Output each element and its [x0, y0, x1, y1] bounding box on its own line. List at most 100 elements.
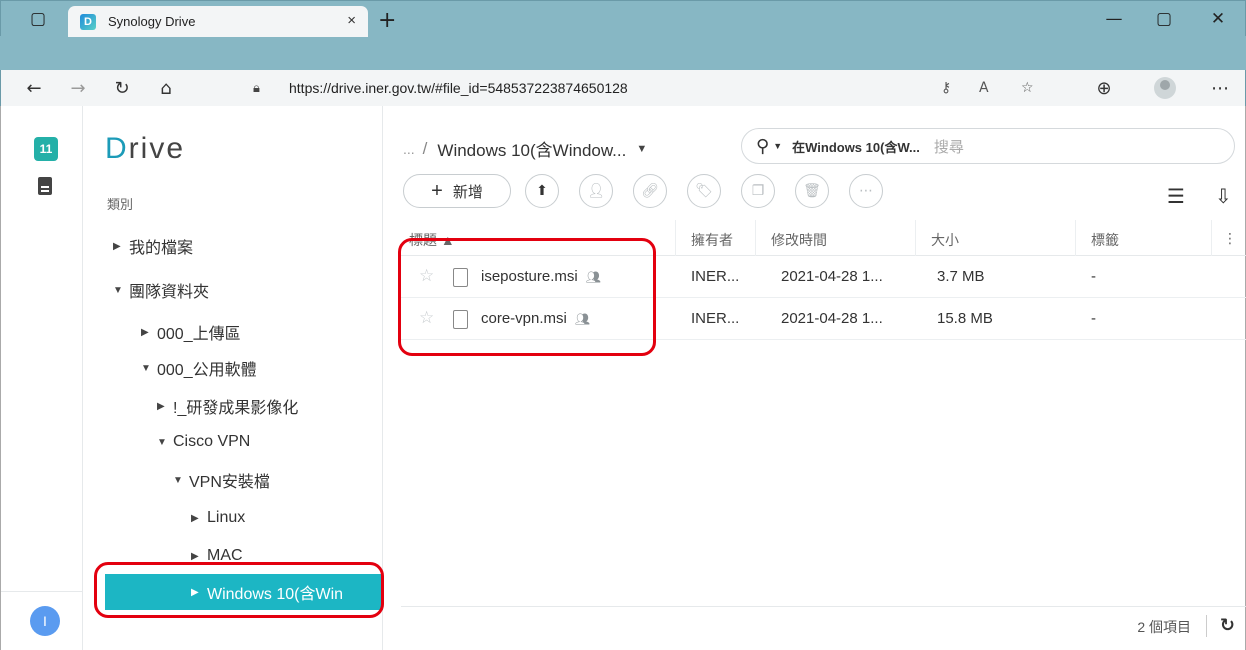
- tag-icon[interactable]: 🏷︎: [687, 174, 721, 208]
- tree-item-public-software[interactable]: ▼ 000_公用軟體: [141, 354, 257, 382]
- star-icon[interactable]: ☆: [419, 308, 434, 328]
- tree-item-team-folders[interactable]: ▼ 團隊資料夾: [113, 276, 209, 304]
- tree-item-upload[interactable]: ▶ 000_上傳區: [141, 318, 241, 346]
- breadcrumb-current[interactable]: Windows 10(含Window...: [437, 136, 626, 161]
- search-options-caret-icon[interactable]: ▼: [773, 141, 782, 151]
- file-icon: [453, 268, 468, 287]
- column-divider: [755, 220, 756, 256]
- add-favorite-icon[interactable]: ☆: [1021, 80, 1034, 96]
- shared-users-icon: 👥︎: [574, 312, 591, 326]
- tree-item-label: Linux: [207, 509, 246, 526]
- footer-divider: [1206, 615, 1207, 637]
- tree-item-label: 我的檔案: [129, 240, 194, 257]
- tags-cell: -: [1091, 310, 1096, 327]
- table-row[interactable]: ☆ iseposture.msi 👥︎ INER... 2021-04-28 1.…: [401, 256, 1246, 298]
- caret-down-icon: ▼: [141, 362, 151, 374]
- caret-right-icon: ▶: [191, 512, 199, 524]
- shared-users-icon: 👥︎: [585, 270, 601, 284]
- close-window-icon[interactable]: ✕: [1200, 6, 1236, 32]
- tree-item-mac[interactable]: ▶ MAC: [191, 542, 243, 570]
- tree-item-label: 000_公用軟體: [157, 362, 257, 379]
- column-modified[interactable]: 修改時間: [771, 230, 827, 250]
- caret-down-icon: ▼: [157, 436, 167, 448]
- caret-down-icon: ▼: [113, 284, 123, 296]
- category-label: 類別: [107, 197, 134, 212]
- new-button[interactable]: + 新增: [403, 174, 511, 208]
- tree-item-label: MAC: [207, 547, 243, 564]
- search-box[interactable]: ⚲ ▼ 在Windows 10(含W... 搜尋: [741, 128, 1235, 164]
- link-icon[interactable]: 🔗︎: [633, 174, 667, 208]
- maximize-icon[interactable]: ▢: [1146, 6, 1182, 32]
- refresh-icon[interactable]: ↻: [1220, 615, 1235, 636]
- column-divider: [1075, 220, 1076, 256]
- upload-icon[interactable]: ⬆: [525, 174, 559, 208]
- synology-drive-favicon-icon: D: [80, 13, 96, 30]
- list-view-icon[interactable]: ☰: [1167, 184, 1185, 208]
- column-owner[interactable]: 擁有者: [691, 230, 733, 250]
- column-size[interactable]: 大小: [931, 230, 959, 250]
- table-header: 標題 ▲ 擁有者 修改時間 大小 標籤 ⋮: [401, 220, 1246, 256]
- reload-icon[interactable]: ↻: [107, 74, 137, 102]
- owner-cell: INER...: [691, 310, 740, 327]
- column-name[interactable]: 標題 ▲: [409, 230, 455, 250]
- plus-icon: +: [431, 179, 443, 202]
- star-icon[interactable]: ☆: [419, 266, 434, 286]
- column-divider: [1211, 220, 1212, 256]
- copy-icon[interactable]: ❐: [741, 174, 775, 208]
- notification-badge[interactable]: 11: [34, 137, 58, 161]
- tree-item-rd-imaging[interactable]: ▶ !_研發成果影像化: [157, 392, 298, 420]
- collections-icon[interactable]: ⊕: [1089, 74, 1119, 102]
- chevron-down-icon[interactable]: ▼: [636, 143, 647, 155]
- file-name: core-vpn.msi: [481, 310, 567, 327]
- caret-right-icon: ▶: [191, 550, 199, 562]
- delete-icon[interactable]: 🗑︎: [795, 174, 829, 208]
- caret-right-icon: ▶: [191, 586, 199, 598]
- address-bar-row: ← → ↻ ⌂ 🔒︎ https://drive.iner.gov.tw/#fi…: [0, 70, 1246, 106]
- home-icon[interactable]: ⌂: [151, 74, 181, 102]
- sort-icon[interactable]: ⇩: [1215, 184, 1232, 208]
- file-name-cell: core-vpn.msi 👥︎: [481, 310, 590, 327]
- tab-close-icon[interactable]: ×: [347, 12, 356, 29]
- column-divider: [675, 220, 676, 256]
- table-row[interactable]: ☆ core-vpn.msi 👥︎ INER... 2021-04-28 1...…: [401, 298, 1246, 340]
- folder-sidebar: Drive 類別 ▶ 我的檔案 ▼ 團隊資料夾 ▶ 000_上傳區 ▼ 000_…: [83, 106, 383, 650]
- share-user-icon[interactable]: 👤︎: [579, 174, 613, 208]
- tags-cell: -: [1091, 268, 1096, 285]
- column-tags[interactable]: 標籤: [1091, 230, 1119, 250]
- tree-item-label: 000_上傳區: [157, 326, 241, 343]
- browser-tab[interactable]: D Synology Drive ×: [68, 6, 368, 37]
- modified-cell: 2021-04-28 1...: [781, 310, 883, 327]
- tree-item-cisco-vpn[interactable]: ▼ Cisco VPN: [157, 428, 250, 456]
- forward-icon[interactable]: →: [63, 74, 93, 102]
- search-input[interactable]: 搜尋: [934, 136, 964, 157]
- status-footer: 2 個項目 ↻: [401, 606, 1246, 644]
- tree-item-label: 團隊資料夾: [129, 284, 210, 301]
- tab-actions-icon[interactable]: ▢: [20, 6, 56, 32]
- drive-logo: Drive: [105, 132, 186, 165]
- user-avatar[interactable]: I: [30, 606, 60, 636]
- profile-avatar[interactable]: [1154, 77, 1176, 99]
- column-options-icon[interactable]: ⋮: [1223, 230, 1237, 247]
- tree-item-windows10[interactable]: ▶ Windows 10(含Win: [105, 574, 383, 610]
- minimize-icon[interactable]: —: [1096, 6, 1132, 32]
- new-button-label: 新增: [452, 183, 483, 201]
- search-scope[interactable]: 在Windows 10(含W...: [792, 137, 920, 156]
- caret-right-icon: ▶: [113, 240, 121, 252]
- url-field[interactable]: 🔒︎ https://drive.iner.gov.tw/#file_id=54…: [241, 73, 1069, 103]
- drive-app: 11 I Drive 類別 ▶ 我的檔案 ▼ 團隊資料夾 ▶ 000_上傳區 ▼…: [0, 106, 1246, 650]
- read-aloud-icon[interactable]: A: [979, 80, 989, 96]
- tree-item-label: VPN安裝檔: [189, 474, 270, 491]
- column-divider: [915, 220, 916, 256]
- new-tab-button[interactable]: +: [378, 8, 396, 33]
- more-actions-icon[interactable]: ⋯: [849, 174, 883, 208]
- more-menu-icon[interactable]: ⋯: [1205, 74, 1235, 102]
- password-key-icon[interactable]: ⚷: [941, 80, 951, 96]
- search-icon[interactable]: ⚲: [756, 136, 769, 157]
- breadcrumb-ellipsis[interactable]: ...: [403, 141, 415, 157]
- tree-item-my-files[interactable]: ▶ 我的檔案: [113, 232, 193, 260]
- file-name-cell: iseposture.msi 👥︎: [481, 268, 601, 285]
- back-icon[interactable]: ←: [19, 74, 49, 102]
- tree-item-linux[interactable]: ▶ Linux: [191, 504, 245, 532]
- document-icon[interactable]: [38, 177, 52, 195]
- tree-item-vpn-installers[interactable]: ▼ VPN安裝檔: [173, 466, 270, 494]
